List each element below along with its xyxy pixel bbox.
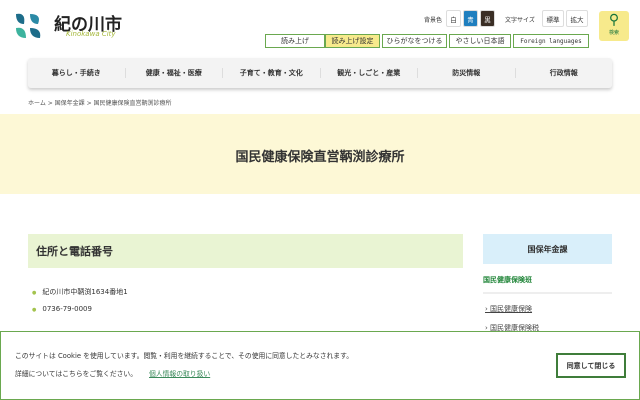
bg-blue-button[interactable]: 青 bbox=[463, 10, 478, 27]
cookie-detail-text: 詳細についてはこちらをご覧ください。 個人情報の取り扱い bbox=[15, 368, 210, 378]
page-title: 国民健康保険直営鞆渕診療所 bbox=[235, 150, 405, 165]
sidebar-heading[interactable]: 国保年金課 bbox=[483, 234, 612, 264]
breadcrumb[interactable]: ホーム > 国保年金課 > 国民健康保険直営鞆渕診療所 bbox=[28, 98, 172, 107]
bg-color-label: 背景色 bbox=[424, 17, 443, 24]
address-item: 紀の川市中鞆渕1634番地1 bbox=[32, 287, 127, 297]
font-standard-button[interactable]: 標準 bbox=[542, 10, 564, 27]
nav-childcare[interactable]: 子育て・教育・文化 bbox=[223, 68, 321, 78]
bg-black-button[interactable]: 黒 bbox=[480, 10, 495, 27]
read-aloud-settings-button[interactable]: 読み上げ設定 bbox=[325, 34, 380, 48]
nav-disaster[interactable]: 防災情報 bbox=[418, 68, 516, 78]
logo-subtitle: Kinokawa City bbox=[66, 30, 116, 38]
section-heading: 住所と電話番号 bbox=[28, 234, 463, 268]
sidebar-link-label[interactable]: 国民健康保険 bbox=[490, 305, 532, 313]
nav-living[interactable]: 暮らし・手続き bbox=[28, 68, 126, 78]
sidebar-subheading[interactable]: 国民健康保険班 bbox=[483, 275, 612, 294]
font-size-label: 文字サイズ bbox=[505, 17, 535, 24]
global-nav: 暮らし・手続き 健康・福祉・医療 子育て・教育・文化 観光・しごと・産業 防災情… bbox=[28, 58, 612, 88]
nav-health[interactable]: 健康・福祉・医療 bbox=[126, 68, 223, 78]
search-icon: ⚲ bbox=[608, 12, 620, 28]
privacy-policy-link[interactable]: 個人情報の取り扱い bbox=[149, 370, 210, 378]
logo-icon[interactable] bbox=[12, 10, 44, 40]
cookie-banner bbox=[0, 331, 640, 400]
bg-white-button[interactable]: 白 bbox=[446, 10, 461, 27]
nav-tourism[interactable]: 観光・しごと・産業 bbox=[321, 68, 418, 78]
search-button[interactable]: ⚲ 検索 bbox=[599, 11, 629, 41]
nav-administration[interactable]: 行政情報 bbox=[516, 68, 613, 78]
phone-item: 0736-79-0009 bbox=[32, 305, 92, 313]
furigana-button[interactable]: ひらがなをつける bbox=[382, 34, 447, 48]
cookie-detail-label: 詳細についてはこちらをご覧ください。 bbox=[15, 370, 138, 378]
font-large-button[interactable]: 拡大 bbox=[566, 10, 588, 27]
easy-japanese-button[interactable]: やさしい日本語 bbox=[449, 34, 511, 48]
cookie-text: このサイトは Cookie を使用しています。閲覧・利用を継続することで、その使… bbox=[15, 352, 354, 360]
read-aloud-button[interactable]: 読み上げ bbox=[265, 34, 325, 48]
agree-close-button[interactable]: 同意して閉じる bbox=[556, 353, 626, 378]
sidebar-link-nhi[interactable]: › 国民健康保険 bbox=[485, 304, 532, 314]
foreign-languages-button[interactable]: Foreign languages bbox=[513, 34, 589, 48]
